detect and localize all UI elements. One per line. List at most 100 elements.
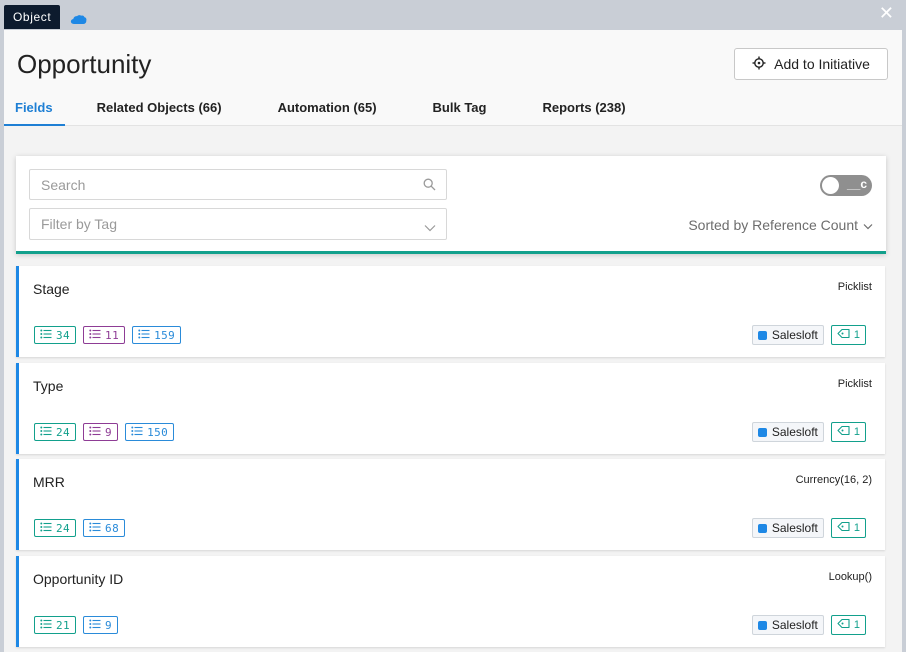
list-icon: [40, 426, 52, 439]
system-color-dot: [757, 523, 767, 533]
tab-fields[interactable]: Fields: [4, 92, 65, 126]
list-icon: [138, 329, 150, 342]
field-row[interactable]: Stage Picklist 34 11 159 Salesloft 1: [16, 266, 885, 357]
chevron-down-icon: [863, 217, 873, 233]
list-icon: [131, 426, 143, 439]
system-tag[interactable]: Salesloft: [751, 615, 824, 635]
tag-count: 1: [853, 426, 860, 438]
tag-count-badge[interactable]: 1: [830, 615, 866, 635]
reference-count-badge[interactable]: 9: [83, 616, 119, 634]
search-box: [29, 169, 447, 200]
field-name: Opportunity ID: [33, 571, 124, 587]
system-tag[interactable]: Salesloft: [751, 325, 824, 345]
field-type: Picklist: [837, 378, 872, 390]
field-tags: Salesloft 1: [751, 422, 866, 442]
field-row[interactable]: Type Picklist 24 9 150 Salesloft 1: [16, 363, 885, 454]
system-color-dot: [757, 620, 767, 630]
sort-dropdown[interactable]: Sorted by Reference Count: [688, 217, 873, 233]
window-top-strip: Object ✕: [0, 0, 906, 30]
system-tag[interactable]: Salesloft: [751, 422, 824, 442]
reference-count-badge[interactable]: 24: [34, 423, 77, 441]
list-icon: [40, 329, 52, 342]
badge-group: 34 11 159: [34, 326, 182, 344]
badge-count: 34: [56, 328, 71, 342]
field-name: MRR: [33, 474, 65, 490]
badge-count: 21: [56, 618, 71, 632]
field-row[interactable]: Opportunity ID Lookup() 21 9 Salesloft 1: [16, 556, 885, 647]
field-tags: Salesloft 1: [751, 615, 866, 635]
add-to-initiative-label: Add to Initiative: [774, 56, 870, 72]
reference-count-badge[interactable]: 34: [34, 326, 77, 344]
toggle-knob: [822, 177, 839, 194]
system-tag-label: Salesloft: [771, 425, 818, 439]
badge-count: 24: [56, 521, 71, 535]
badge-count: 11: [105, 328, 120, 342]
field-tags: Salesloft 1: [751, 325, 866, 345]
reference-count-badge[interactable]: 68: [83, 519, 126, 537]
badge-count: 159: [154, 328, 176, 342]
field-name: Stage: [33, 281, 70, 297]
list-icon: [40, 619, 52, 632]
tag-icon: [837, 425, 850, 439]
add-to-initiative-button[interactable]: Add to Initiative: [734, 48, 888, 80]
list-icon: [89, 619, 101, 632]
system-tag-label: Salesloft: [771, 521, 818, 535]
system-tag-label: Salesloft: [771, 618, 818, 632]
toggle-label: __c: [847, 177, 868, 191]
field-type: Picklist: [837, 281, 872, 293]
list-icon: [89, 426, 101, 439]
field-tags: Salesloft 1: [751, 518, 866, 538]
tag-count: 1: [853, 522, 860, 534]
reference-count-badge[interactable]: 150: [125, 423, 175, 441]
tag-count-badge[interactable]: 1: [830, 325, 866, 345]
tag-count: 1: [853, 329, 860, 341]
filter-card: __c Sorted by Reference Count: [16, 156, 886, 254]
system-tag[interactable]: Salesloft: [751, 518, 824, 538]
list-icon: [89, 329, 101, 342]
reference-count-badge[interactable]: 9: [83, 423, 119, 441]
tag-filter-dropdown[interactable]: [29, 208, 447, 240]
tab-related-objects[interactable]: Related Objects (66): [97, 92, 222, 126]
sort-label: Sorted by Reference Count: [688, 217, 858, 233]
tag-icon: [837, 328, 850, 342]
badge-count: 24: [56, 425, 71, 439]
badge-count: 150: [147, 425, 169, 439]
tab-automation[interactable]: Automation (65): [278, 92, 377, 126]
reference-count-badge[interactable]: 11: [83, 326, 126, 344]
badge-count: 9: [105, 618, 113, 632]
reference-count-badge[interactable]: 159: [132, 326, 182, 344]
reference-count-badge[interactable]: 24: [34, 519, 77, 537]
tag-icon: [837, 521, 850, 535]
custom-field-toggle[interactable]: __c: [820, 175, 872, 196]
list-icon: [89, 522, 101, 535]
tab-bar: Fields Related Objects (66) Automation (…: [4, 92, 626, 126]
search-icon[interactable]: [423, 178, 436, 196]
tag-icon: [837, 618, 850, 632]
badge-count: 68: [105, 521, 120, 535]
tag-count-badge[interactable]: 1: [830, 422, 866, 442]
badge-group: 24 9 150: [34, 423, 175, 441]
panel-header: Opportunity Add to Initiative Fields Rel…: [4, 30, 902, 126]
field-type: Currency(16, 2): [795, 474, 872, 486]
system-color-dot: [757, 427, 767, 437]
page-title: Opportunity: [17, 49, 152, 79]
tag-filter-input[interactable]: [30, 209, 446, 239]
system-color-dot: [757, 330, 767, 340]
search-input[interactable]: [30, 170, 446, 199]
badge-group: 21 9: [34, 616, 119, 634]
chevron-down-icon[interactable]: [424, 219, 436, 237]
tag-count-badge[interactable]: 1: [830, 518, 866, 538]
target-icon: [752, 56, 766, 73]
field-row[interactable]: MRR Currency(16, 2) 24 68 Salesloft 1: [16, 459, 885, 550]
reference-count-badge[interactable]: 21: [34, 616, 77, 634]
close-icon[interactable]: ✕: [879, 4, 894, 22]
field-type: Lookup(): [828, 571, 872, 583]
object-panel: Opportunity Add to Initiative Fields Rel…: [4, 30, 902, 652]
tab-reports[interactable]: Reports (238): [542, 92, 625, 126]
salesforce-cloud-icon: [70, 12, 87, 30]
list-icon: [40, 522, 52, 535]
system-tag-label: Salesloft: [771, 328, 818, 342]
badge-count: 9: [105, 425, 113, 439]
tab-bulk-tag[interactable]: Bulk Tag: [433, 92, 487, 126]
object-tag: Object: [4, 5, 61, 29]
